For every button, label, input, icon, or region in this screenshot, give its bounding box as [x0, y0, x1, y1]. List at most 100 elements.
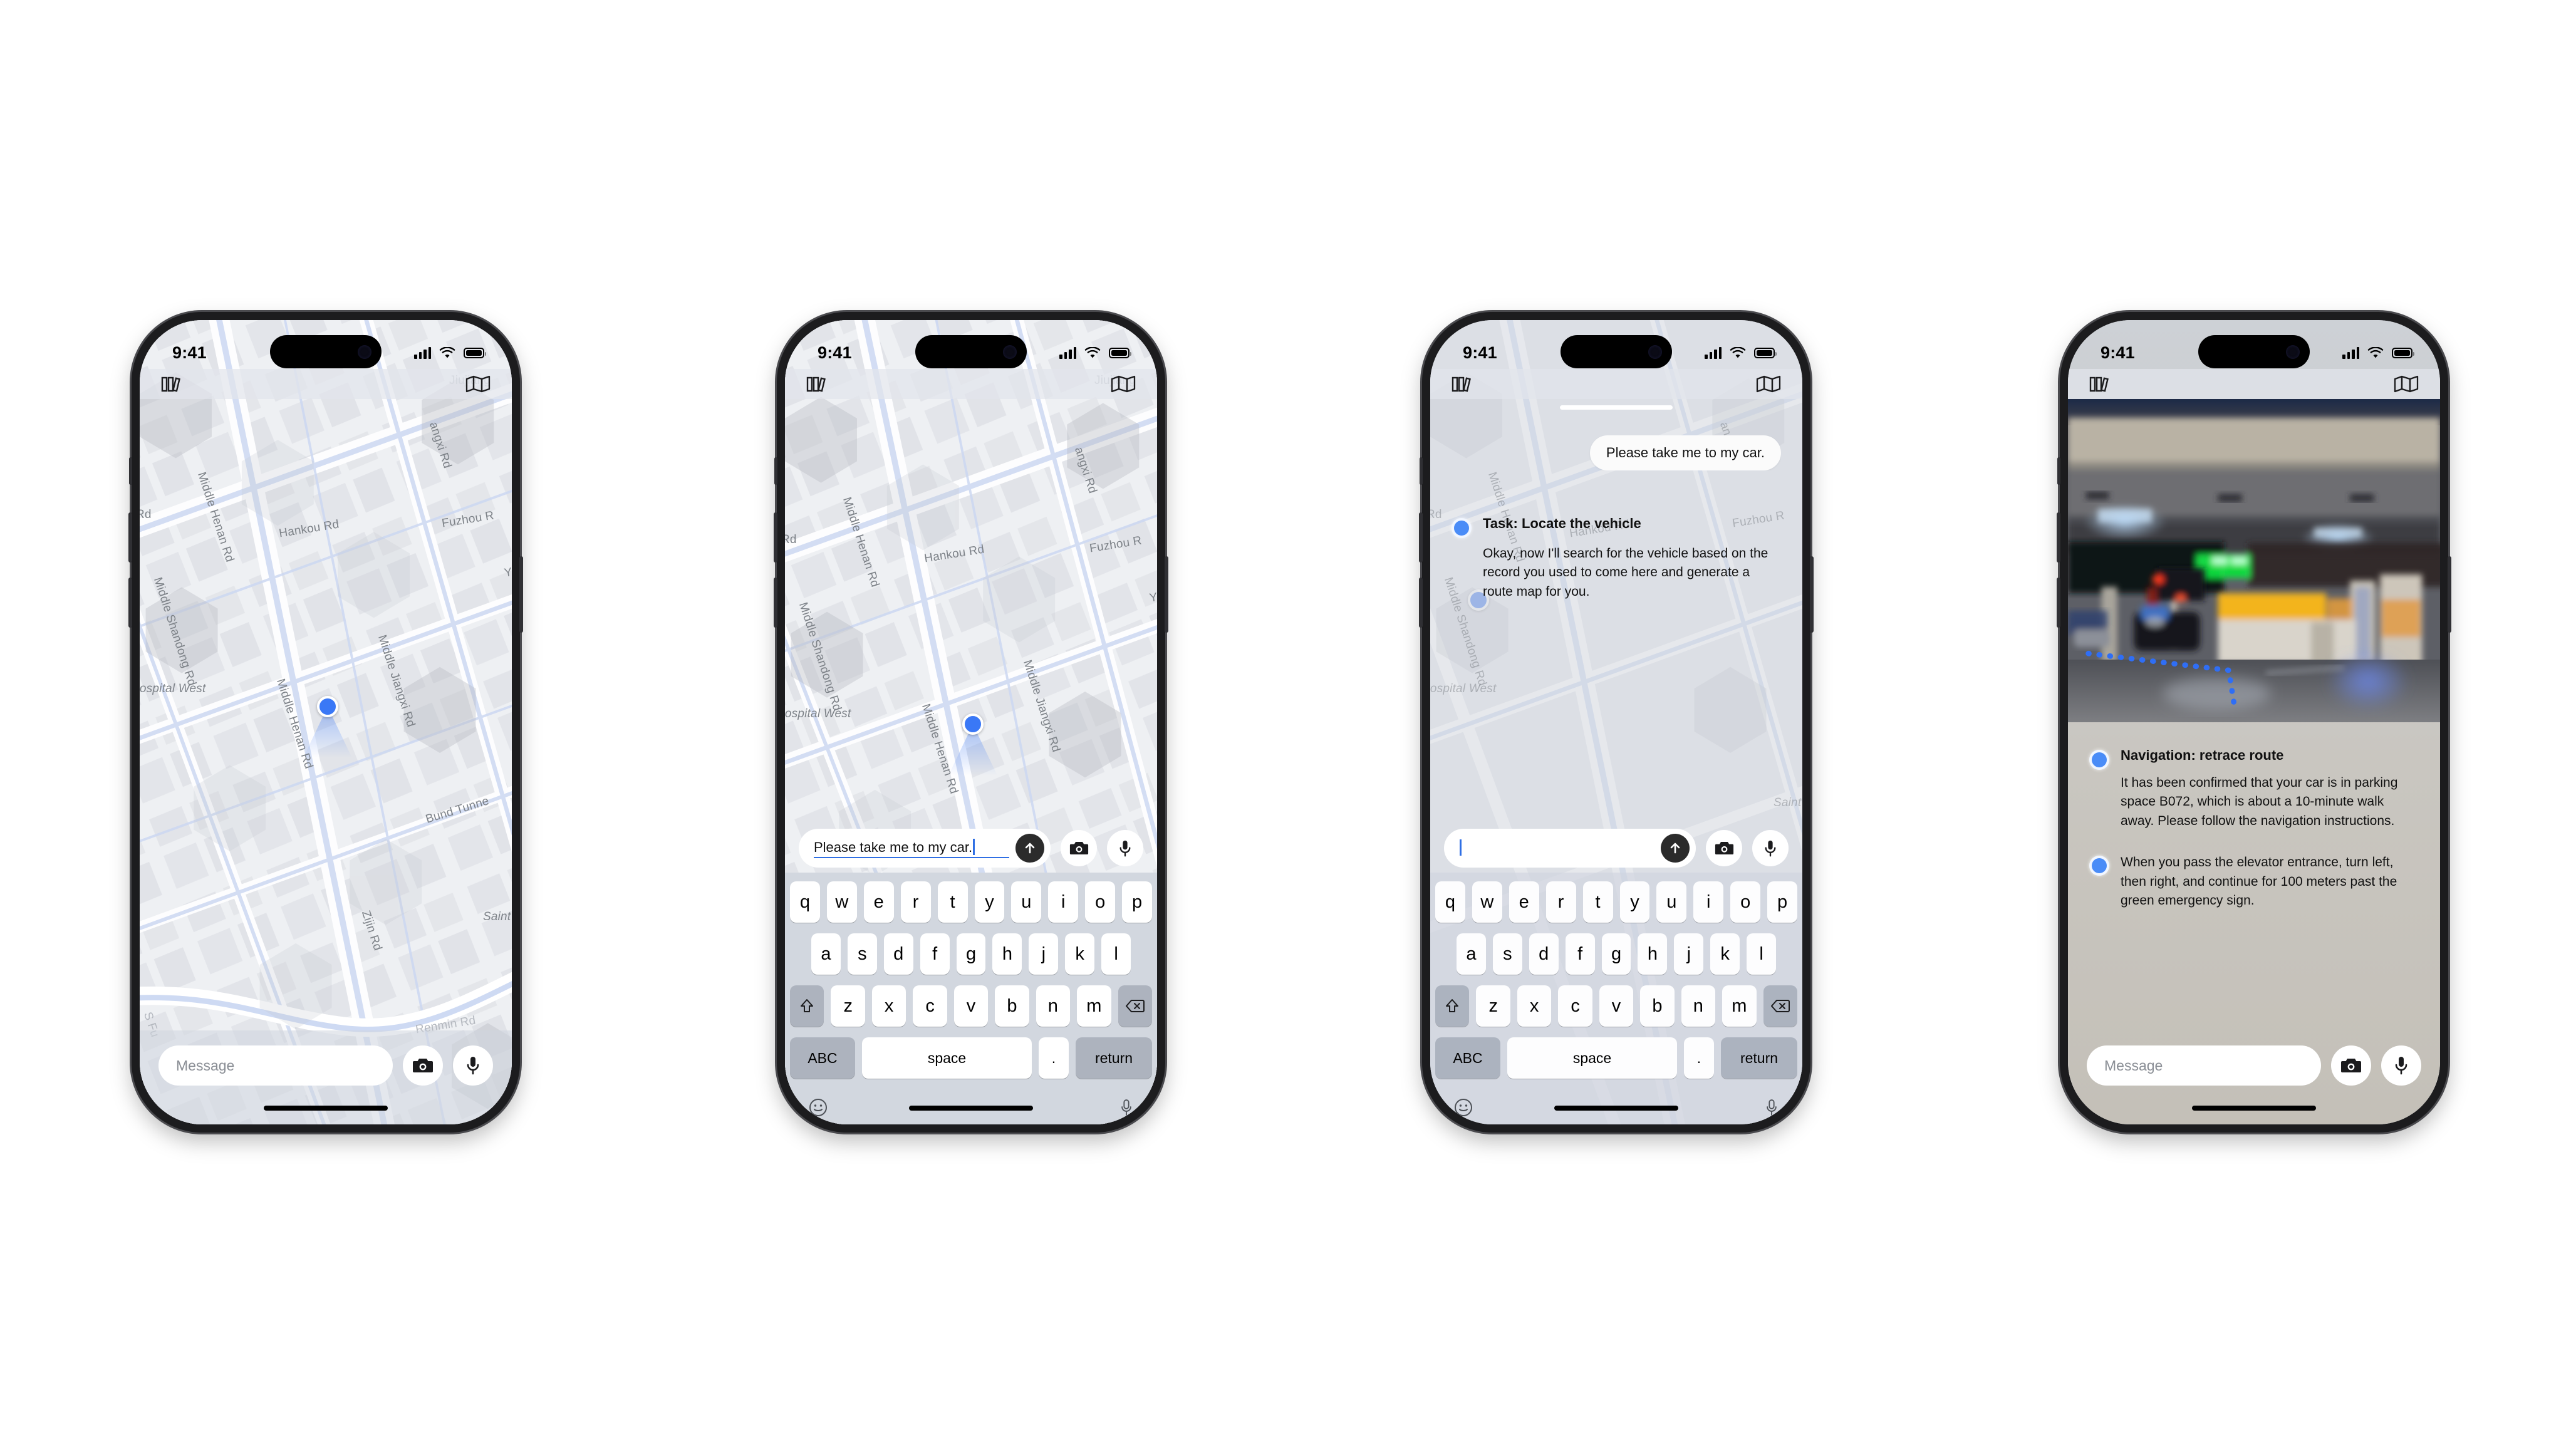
- key-m[interactable]: m: [1077, 985, 1111, 1027]
- key-u[interactable]: u: [1011, 881, 1042, 923]
- period-key[interactable]: .: [1684, 1037, 1714, 1079]
- return-key[interactable]: return: [1076, 1037, 1152, 1079]
- key-y[interactable]: y: [974, 881, 1005, 923]
- power-button[interactable]: [519, 556, 523, 633]
- key-z[interactable]: z: [831, 985, 865, 1027]
- power-button[interactable]: [2448, 556, 2451, 633]
- key-j[interactable]: j: [1029, 933, 1059, 975]
- microphone-icon[interactable]: [1119, 1098, 1133, 1117]
- microphone-button[interactable]: [1752, 830, 1789, 866]
- key-c[interactable]: c: [1558, 985, 1592, 1027]
- backspace-key[interactable]: [1763, 985, 1797, 1027]
- emoji-smiley-icon[interactable]: [1454, 1098, 1473, 1117]
- period-key[interactable]: .: [1039, 1037, 1069, 1079]
- key-l[interactable]: l: [1747, 933, 1777, 975]
- key-p[interactable]: p: [1767, 881, 1798, 923]
- home-indicator[interactable]: [264, 1106, 388, 1111]
- key-i[interactable]: i: [1048, 881, 1079, 923]
- key-h[interactable]: h: [1638, 933, 1668, 975]
- key-e[interactable]: e: [1509, 881, 1539, 923]
- send-button[interactable]: [1661, 834, 1690, 863]
- camera-button[interactable]: [1061, 830, 1097, 866]
- scroll-drag-indicator[interactable]: [1560, 405, 1673, 410]
- send-button[interactable]: [1015, 834, 1044, 863]
- key-y[interactable]: y: [1619, 881, 1650, 923]
- volume-down-button[interactable]: [1419, 578, 1423, 628]
- silent-switch[interactable]: [1420, 457, 1423, 485]
- shift-key[interactable]: [790, 985, 824, 1027]
- power-button[interactable]: [1810, 556, 1814, 633]
- abc-key[interactable]: ABC: [1435, 1037, 1500, 1079]
- key-v[interactable]: v: [1599, 985, 1634, 1027]
- books-library-icon[interactable]: [1452, 375, 1474, 393]
- shift-key[interactable]: [1435, 985, 1470, 1027]
- key-v[interactable]: v: [953, 985, 989, 1027]
- current-location-dot[interactable]: [948, 713, 997, 775]
- volume-down-button[interactable]: [774, 578, 777, 628]
- key-d[interactable]: d: [883, 933, 913, 975]
- key-w[interactable]: w: [1472, 881, 1502, 923]
- silent-switch[interactable]: [774, 457, 777, 485]
- key-j[interactable]: j: [1674, 933, 1704, 975]
- key-b[interactable]: b: [1640, 985, 1675, 1027]
- volume-down-button[interactable]: [128, 578, 132, 628]
- parking-garage-photo[interactable]: [2068, 399, 2440, 722]
- home-indicator[interactable]: [909, 1106, 1033, 1111]
- key-p[interactable]: p: [1122, 881, 1153, 923]
- key-f[interactable]: f: [920, 933, 950, 975]
- message-input[interactable]: [1444, 829, 1696, 868]
- volume-up-button[interactable]: [1419, 512, 1423, 563]
- books-library-icon[interactable]: [161, 375, 184, 393]
- key-f[interactable]: f: [1565, 933, 1595, 975]
- map-canvas[interactable]: Rd Middle Henan Rd Middle Shandong Rd Ha…: [140, 320, 512, 1124]
- return-key[interactable]: return: [1721, 1037, 1797, 1079]
- key-z[interactable]: z: [1476, 985, 1510, 1027]
- key-l[interactable]: l: [1101, 933, 1131, 975]
- key-t[interactable]: t: [1582, 881, 1613, 923]
- current-location-dot[interactable]: [303, 696, 352, 758]
- abc-key[interactable]: ABC: [790, 1037, 855, 1079]
- emoji-smiley-icon[interactable]: [809, 1098, 828, 1117]
- key-r[interactable]: r: [1545, 881, 1576, 923]
- key-n[interactable]: n: [1681, 985, 1716, 1027]
- key-e[interactable]: e: [863, 881, 894, 923]
- home-indicator[interactable]: [1554, 1106, 1678, 1111]
- volume-up-button[interactable]: [774, 512, 777, 563]
- key-o[interactable]: o: [1085, 881, 1116, 923]
- silent-switch[interactable]: [129, 457, 132, 485]
- silent-switch[interactable]: [2057, 457, 2060, 485]
- camera-button[interactable]: [1706, 830, 1742, 866]
- home-indicator[interactable]: [2192, 1106, 2316, 1111]
- key-s[interactable]: s: [1492, 933, 1522, 975]
- key-k[interactable]: k: [1065, 933, 1095, 975]
- space-key[interactable]: space: [862, 1037, 1032, 1079]
- key-x[interactable]: x: [1517, 985, 1552, 1027]
- key-s[interactable]: s: [847, 933, 877, 975]
- key-a[interactable]: a: [1457, 933, 1486, 975]
- key-m[interactable]: m: [1722, 985, 1757, 1027]
- key-t[interactable]: t: [937, 881, 968, 923]
- key-g[interactable]: g: [956, 933, 986, 975]
- key-w[interactable]: w: [826, 881, 857, 923]
- folded-map-icon[interactable]: [465, 375, 491, 393]
- microphone-button[interactable]: [2381, 1045, 2421, 1086]
- power-button[interactable]: [1165, 556, 1168, 633]
- books-library-icon[interactable]: [2089, 375, 2112, 393]
- key-u[interactable]: u: [1656, 881, 1687, 923]
- volume-down-button[interactable]: [2057, 578, 2060, 628]
- key-d[interactable]: d: [1529, 933, 1559, 975]
- message-input[interactable]: Message: [158, 1045, 393, 1086]
- key-o[interactable]: o: [1730, 881, 1761, 923]
- volume-up-button[interactable]: [2057, 512, 2060, 563]
- key-x[interactable]: x: [871, 985, 906, 1027]
- key-b[interactable]: b: [995, 985, 1029, 1027]
- message-input[interactable]: Please take me to my car.: [799, 829, 1051, 868]
- key-c[interactable]: c: [913, 985, 947, 1027]
- key-i[interactable]: i: [1693, 881, 1724, 923]
- key-r[interactable]: r: [900, 881, 931, 923]
- folded-map-icon[interactable]: [2394, 375, 2419, 393]
- key-k[interactable]: k: [1710, 933, 1740, 975]
- key-n[interactable]: n: [1036, 985, 1071, 1027]
- folded-map-icon[interactable]: [1111, 375, 1136, 393]
- books-library-icon[interactable]: [806, 375, 829, 393]
